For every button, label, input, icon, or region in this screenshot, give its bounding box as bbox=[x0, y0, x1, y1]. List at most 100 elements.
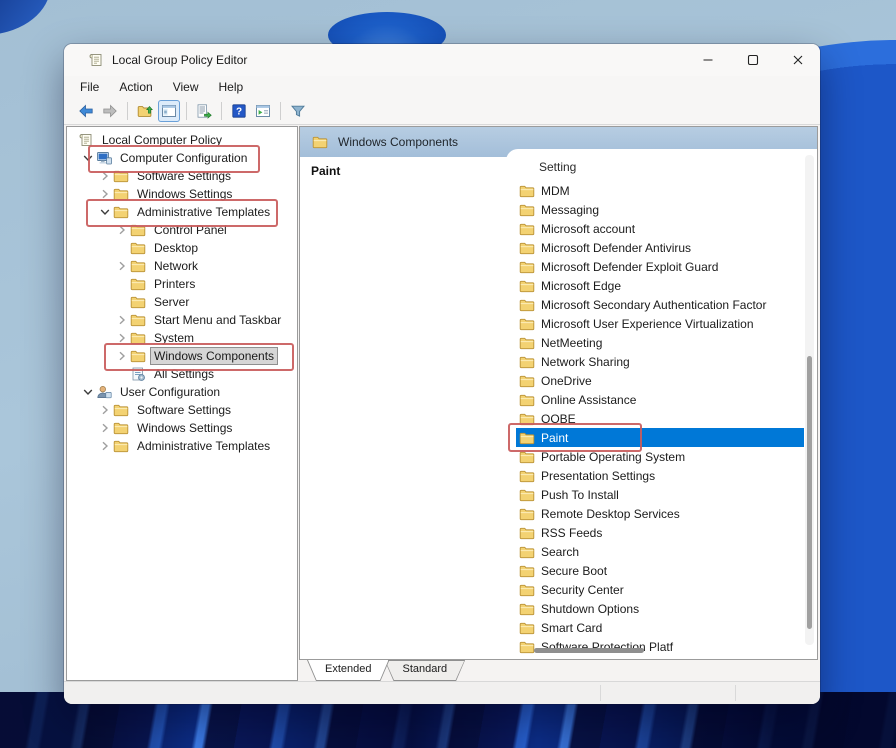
tree-item-label[interactable]: System bbox=[150, 329, 198, 347]
chevron-down-icon[interactable] bbox=[80, 384, 96, 400]
setting-item[interactable]: Search bbox=[516, 542, 804, 561]
chevron-right-icon[interactable] bbox=[97, 420, 113, 436]
setting-item[interactable]: Microsoft Secondary Authentication Facto… bbox=[516, 295, 804, 314]
tree-item-label[interactable]: Start Menu and Taskbar bbox=[150, 311, 285, 329]
folder-icon bbox=[519, 582, 535, 598]
show-window-button[interactable] bbox=[252, 100, 274, 122]
tree-item-label[interactable]: Administrative Templates bbox=[133, 437, 274, 455]
status-bar bbox=[64, 681, 820, 704]
tree-item[interactable]: All Settings bbox=[67, 365, 297, 383]
menu-view[interactable]: View bbox=[163, 78, 209, 96]
filter-button[interactable] bbox=[287, 100, 309, 122]
chevron-right-icon[interactable] bbox=[97, 402, 113, 418]
tree-item-label[interactable]: Network bbox=[150, 257, 202, 275]
tree-item[interactable]: Software Settings bbox=[67, 167, 297, 185]
tree-item[interactable]: Server bbox=[67, 293, 297, 311]
setting-item[interactable]: Microsoft Defender Antivirus bbox=[516, 238, 804, 257]
setting-item[interactable]: Network Sharing bbox=[516, 352, 804, 371]
setting-item[interactable]: MDM bbox=[516, 181, 804, 200]
setting-item[interactable]: Portable Operating System bbox=[516, 447, 804, 466]
tree-item[interactable]: Computer Configuration bbox=[67, 149, 297, 167]
menu-action[interactable]: Action bbox=[109, 78, 162, 96]
tree-item[interactable]: Start Menu and Taskbar bbox=[67, 311, 297, 329]
tree-item[interactable]: Software Settings bbox=[67, 401, 297, 419]
menu-file[interactable]: File bbox=[70, 78, 109, 96]
chevron-right-icon[interactable] bbox=[97, 168, 113, 184]
tree-item[interactable]: Administrative Templates bbox=[67, 437, 297, 455]
tree-item[interactable]: Control Panel bbox=[67, 221, 297, 239]
tab-extended[interactable]: Extended bbox=[307, 660, 389, 681]
tree-item[interactable]: Windows Settings bbox=[67, 419, 297, 437]
chevron-right-icon[interactable] bbox=[114, 312, 130, 328]
horizontal-scrollbar-thumb[interactable] bbox=[534, 648, 644, 653]
tree-item[interactable]: Printers bbox=[67, 275, 297, 293]
setting-item[interactable]: Presentation Settings bbox=[516, 466, 804, 485]
setting-item[interactable]: Microsoft Defender Exploit Guard bbox=[516, 257, 804, 276]
show-console-tree-button[interactable] bbox=[158, 100, 180, 122]
tree-item[interactable]: Windows Settings bbox=[67, 185, 297, 203]
setting-item[interactable]: RSS Feeds bbox=[516, 523, 804, 542]
tree-item-label[interactable]: Computer Configuration bbox=[116, 149, 251, 167]
setting-item[interactable]: Microsoft User Experience Virtualization bbox=[516, 314, 804, 333]
chevron-down-icon[interactable] bbox=[97, 204, 113, 220]
chevron-right-icon[interactable] bbox=[114, 330, 130, 346]
setting-item[interactable]: Shutdown Options bbox=[516, 599, 804, 618]
setting-item[interactable]: Smart Card bbox=[516, 618, 804, 637]
help-button[interactable]: ? bbox=[228, 100, 250, 122]
tree-item-label[interactable]: Software Settings bbox=[133, 167, 235, 185]
tree-item[interactable]: Local Computer Policy bbox=[67, 131, 297, 149]
tree-item[interactable]: User Configuration bbox=[67, 383, 297, 401]
tree-item[interactable]: Administrative Templates bbox=[67, 203, 297, 221]
tree-item[interactable]: System bbox=[67, 329, 297, 347]
tree-item-label[interactable]: Software Settings bbox=[133, 401, 235, 419]
setting-item[interactable]: Software Protection Platf bbox=[516, 637, 804, 656]
up-one-level-button[interactable] bbox=[134, 100, 156, 122]
tree-item-label[interactable]: Local Computer Policy bbox=[98, 131, 226, 149]
setting-item[interactable]: Push To Install bbox=[516, 485, 804, 504]
chevron-right-icon[interactable] bbox=[97, 438, 113, 454]
tree-item[interactable]: Desktop bbox=[67, 239, 297, 257]
chevron-down-icon[interactable] bbox=[80, 150, 96, 166]
tree-item-label[interactable]: User Configuration bbox=[116, 383, 224, 401]
setting-item[interactable]: Messaging bbox=[516, 200, 804, 219]
chevron-right-icon[interactable] bbox=[114, 348, 130, 364]
setting-item[interactable]: OneDrive bbox=[516, 371, 804, 390]
setting-item[interactable]: Remote Desktop Services bbox=[516, 504, 804, 523]
tree-item-label[interactable]: All Settings bbox=[150, 365, 218, 383]
tree-item[interactable]: Network bbox=[67, 257, 297, 275]
tab-standard-label: Standard bbox=[384, 660, 465, 679]
tree-item[interactable]: Windows Components bbox=[67, 347, 297, 365]
tab-standard[interactable]: Standard bbox=[384, 660, 465, 681]
setting-item[interactable]: Microsoft account bbox=[516, 219, 804, 238]
tree-item-label[interactable]: Windows Settings bbox=[133, 419, 236, 437]
tree-item-label[interactable]: Printers bbox=[150, 275, 199, 293]
setting-item[interactable]: NetMeeting bbox=[516, 333, 804, 352]
minimize-button[interactable] bbox=[685, 44, 730, 76]
title-bar[interactable]: Local Group Policy Editor bbox=[64, 44, 820, 76]
tree-item-label[interactable]: Windows Settings bbox=[133, 185, 236, 203]
chevron-right-icon[interactable] bbox=[114, 258, 130, 274]
user-icon bbox=[96, 384, 112, 400]
chevron-right-icon[interactable] bbox=[97, 186, 113, 202]
close-button[interactable] bbox=[775, 44, 820, 76]
setting-item[interactable]: Secure Boot bbox=[516, 561, 804, 580]
tree-item-label[interactable]: Server bbox=[150, 293, 193, 311]
tree-item-label[interactable]: Windows Components bbox=[150, 347, 278, 365]
setting-item[interactable]: Online Assistance bbox=[516, 390, 804, 409]
tree-item-label[interactable]: Control Panel bbox=[150, 221, 231, 239]
maximize-button[interactable] bbox=[730, 44, 775, 76]
export-list-button[interactable] bbox=[193, 100, 215, 122]
tree-item-label[interactable]: Administrative Templates bbox=[133, 203, 274, 221]
back-button[interactable] bbox=[75, 100, 97, 122]
setting-item[interactable]: Microsoft Edge bbox=[516, 276, 804, 295]
forward-button[interactable] bbox=[99, 100, 121, 122]
setting-item[interactable]: Security Center bbox=[516, 580, 804, 599]
setting-column-header[interactable]: Setting bbox=[539, 160, 576, 174]
result-pane-title: Windows Components bbox=[338, 135, 458, 149]
menu-help[interactable]: Help bbox=[209, 78, 254, 96]
chevron-right-icon[interactable] bbox=[114, 222, 130, 238]
tree-item-label[interactable]: Desktop bbox=[150, 239, 202, 257]
vertical-scrollbar-thumb[interactable] bbox=[807, 356, 812, 629]
setting-item[interactable]: Paint bbox=[516, 428, 804, 447]
setting-item[interactable]: OOBE bbox=[516, 409, 804, 428]
